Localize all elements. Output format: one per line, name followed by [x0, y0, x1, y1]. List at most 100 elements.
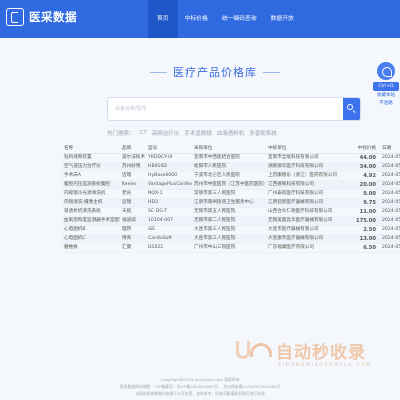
nav-item-code-lookup[interactable]: 统一编码查询 — [215, 0, 264, 38]
footer-police-link[interactable]: 京公网安备11010502045382号 — [224, 384, 281, 389]
cell-date: 2024-05-10 — [380, 162, 400, 172]
watermark-logo: 自动秒收录 — [234, 338, 366, 363]
search-input[interactable] — [108, 98, 338, 120]
bookmark-shortcut-button[interactable]: Ctrl+D — [373, 82, 399, 91]
cell-buyer: 江阴市南闸街道卫生服务中心 — [192, 198, 266, 208]
cell-price: 11.00 — [350, 207, 380, 217]
cell-date: 2024-05-10 — [380, 171, 400, 181]
cell-winner: 江阴迎新医疗器械有限公司 — [266, 198, 350, 208]
cell-buyer: 苏州市中医医院（江苏中医药医院） — [192, 180, 266, 190]
cell-price: 20.00 — [350, 180, 380, 190]
cell-name[interactable]: 腹腔内压监测系统腹腔 — [62, 180, 120, 190]
page-title: 医疗产品价格库 — [173, 66, 257, 79]
cell-name[interactable]: 钻鸣缝隙装置 — [62, 153, 120, 163]
hot-tag[interactable]: CT — [140, 130, 147, 136]
site-logo[interactable]: 医采数据 — [6, 6, 77, 28]
cell-name[interactable]: 空气波压力治疗仪 — [62, 162, 120, 172]
cell-name[interactable]: 手术床A — [62, 171, 120, 181]
price-table: 名称 品牌 型号 采购单位 中标单位 中标价格 日期 钻鸣缝隙装置 波尔法技术 YR… — [62, 145, 400, 253]
cell-winner: 广州泰航医疗科技有限公司 — [266, 189, 350, 199]
cell-name[interactable]: 内镜清洗-摄像主机 — [62, 198, 120, 208]
table-row[interactable]: 腰椎板汇健D1022广州市中山三院医院广东福康医疗有限公司6.502024-05… — [62, 243, 400, 253]
bookmark-widget[interactable]: Ctrl+D 收藏本站 不迷路 — [373, 62, 399, 107]
hot-tag[interactable]: 血液透析机 — [217, 129, 245, 137]
nav-item-bid-price[interactable]: 中标价格 — [178, 0, 215, 38]
cell-buyer: 广州市中山三院医院 — [192, 243, 266, 253]
search-box — [107, 97, 361, 121]
table-row[interactable]: 血氧饱和度监测器手术室配套 福迪威 10104-007 无锡市第二人民医院 无锡美国昌华… — [62, 216, 400, 226]
table-row[interactable]: 空气波压力治疗仪 苏州好博 HB910D 松阳市人民医院 湖南德华医疗科技有限公司 34.… — [62, 162, 400, 172]
table-header-row: 名称 品牌 型号 采购单位 中标单位 中标价格 日期 — [62, 145, 400, 154]
logo-text: 医采数据 — [29, 10, 77, 24]
footer-sitemap-link[interactable]: 医采数据网站地图 — [120, 384, 150, 389]
cell-buyer: 宁波市北仑区人民医院 — [192, 171, 266, 181]
cell-name[interactable]: 内窥镜冷光源清洗机 — [62, 189, 120, 199]
hot-tag[interactable]: 手术显微镜 — [184, 129, 212, 137]
cell-name[interactable]: 血氧饱和度监测器手术室配套 — [62, 216, 120, 226]
table-row[interactable]: 钻鸣缝隙装置 波尔法技术 YRDDCY-III 宣南市中西医结合医院 宣南市全能科技有限… — [62, 153, 400, 163]
cell-winner: 广东福康医疗有限公司 — [266, 243, 350, 253]
table-row[interactable]: 内窥镜冷光源清洗机 老肯 NQX-1 常德市第三人民医院 广州泰航医疗科技有限公司 9.0… — [62, 189, 400, 199]
cell-winner: 上药康德乐（浙江）医药有限公司 — [266, 171, 350, 181]
cell-winner: 湖南德华医疗科技有限公司 — [266, 162, 350, 172]
search-button[interactable] — [343, 98, 360, 120]
cell-brand: 理邦 — [120, 225, 146, 235]
cell-name[interactable]: 腰椎板 — [62, 243, 120, 253]
hero-divider-left — [150, 71, 167, 73]
cell-model: CardioSoft — [146, 234, 192, 244]
table-row[interactable]: 手术床A 迈瑞 HyBase6000 宁波市北仑区人民医院 上药康德乐（浙江）医药有限公… — [62, 171, 400, 181]
col-header-date: 日期 — [380, 145, 400, 154]
price-table-container: 名称 品牌 型号 采购单位 中标单位 中标价格 日期 钻鸣缝隙装置 波尔法技术 YR… — [62, 145, 400, 253]
cell-price: 4.92 — [350, 171, 380, 181]
cell-buyer: 大连市第三人民医院 — [192, 225, 266, 235]
cell-date: 2024-05-10 — [380, 207, 400, 217]
cell-name[interactable]: 心电图机B — [62, 225, 120, 235]
footer-icp-link[interactable]: ICP备案号：京ICP备2024043891号 — [155, 384, 218, 389]
bookmark-icon — [377, 62, 395, 80]
cell-buyer: 大连市第三人民医院 — [192, 234, 266, 244]
watermark-text: 自动秒收录 — [276, 342, 366, 363]
table-row[interactable]: 腹腔内压监测系统腹腔 Keeler VantagePlusCordless 苏州市中医… — [62, 180, 400, 190]
cell-name[interactable]: 肾透析机清洗系统 — [62, 207, 120, 217]
watermark-subtext: ZIDONGMIAOSHOULU.COM — [278, 362, 372, 367]
table-row[interactable]: 内镜清洗-摄像主机 迈瑞 HD3 江阴市南闸街道卫生服务中心 江阴迎新医疗器械有限公司 9… — [62, 198, 400, 208]
cell-buyer: 宣南市中西医结合医院 — [192, 153, 266, 163]
cell-brand: 波尔法技术 — [120, 153, 146, 163]
cell-buyer: 松阳市人民医院 — [192, 162, 266, 172]
cell-model: SC-DG-T — [146, 207, 192, 217]
cell-winner: 江西德晖科技有限公司 — [266, 180, 350, 190]
hot-tag[interactable]: 高频治疗仪 — [152, 129, 180, 137]
nav-item-home[interactable]: 首页 — [148, 0, 178, 38]
logo-icon — [6, 8, 24, 26]
bookmark-text-line1: 收藏本站 — [377, 93, 395, 98]
watermark-mark-icon — [234, 339, 276, 361]
hot-tag[interactable]: 多普勒系统 — [249, 129, 277, 137]
cell-price: 2.50 — [350, 225, 380, 235]
table-row[interactable]: 心电图机C 博英 CardioSoft 大连市第三人民医院 大连康禾医疗器械有限公司 13… — [62, 234, 400, 244]
cell-date: 2024-05-10 — [380, 234, 400, 244]
hero-divider-right — [263, 71, 280, 73]
page-footer: CopyRight@2024 yicaishuju.com 版权所有 医采数据网… — [0, 371, 400, 400]
cell-date: 2024-05-10 — [380, 225, 400, 235]
cell-buyer: 无锡市第五人民医院 — [192, 207, 266, 217]
cell-winner: 无锡美国昌华医疗器械有限公司 — [266, 216, 350, 226]
col-header-brand: 品牌 — [120, 145, 146, 154]
cell-price: 44.00 — [350, 153, 380, 163]
cell-model: HB910D — [146, 162, 192, 172]
footer-copyright: CopyRight@2024 yicaishuju.com 版权所有 — [160, 377, 240, 382]
cell-model: NQX-1 — [146, 189, 192, 199]
cell-brand: 博英 — [120, 234, 146, 244]
cell-buyer: 常德市第三人民医院 — [192, 189, 266, 199]
cell-price: 34.00 — [350, 162, 380, 172]
table-row[interactable]: 心电图机B 理邦 iSE 大连市第三人民医院 大连市医疗器械有限公司 2.50 2024-0… — [62, 225, 400, 235]
cell-model: 10104-007 — [146, 216, 192, 226]
nav-item-open-data[interactable]: 数据开放 — [264, 0, 301, 38]
cell-model: HyBase6000 — [146, 171, 192, 181]
cell-name[interactable]: 心电图机C — [62, 234, 120, 244]
cell-brand: 老肯 — [120, 189, 146, 199]
cell-buyer: 无锡市第二人民医院 — [192, 216, 266, 226]
cell-model: D1022 — [146, 243, 192, 253]
footer-links: 医采数据网站地图 ICP备案号：京ICP备2024043891号 京公网安备11… — [0, 384, 400, 390]
cell-winner: 大连康禾医疗器械有限公司 — [266, 234, 350, 244]
table-row[interactable]: 肾透析机清洗系统 天拓 SC-DG-T 无锡市第五人民医院 山西合众仁德医疗科技有限公司… — [62, 207, 400, 217]
